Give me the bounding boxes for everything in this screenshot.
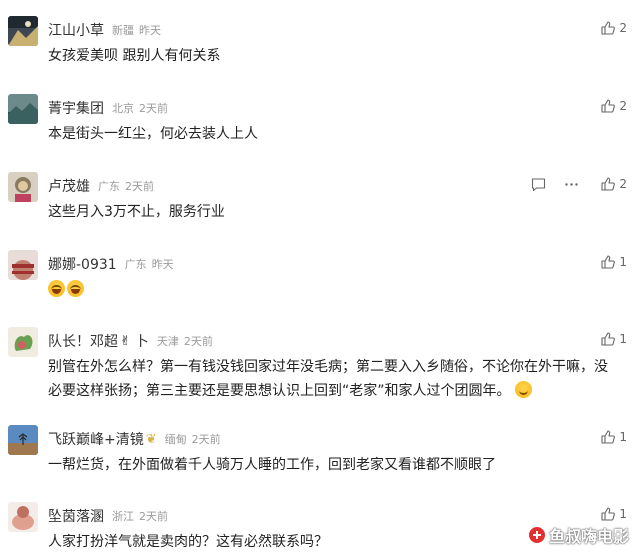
location: 浙江 (112, 510, 134, 523)
location: 广东 (98, 180, 120, 193)
avatar[interactable] (8, 425, 38, 455)
location: 天津 (156, 335, 179, 348)
comment-item: 队长！邓超 ✌ 卜 天津 2天前 别管在外怎么样？第一有钱没钱回家过年没毛病；第… (0, 327, 641, 407)
timestamp: 昨天 (139, 24, 161, 37)
comment-text: 本是街头一红尘，何必去装人上人 (48, 126, 258, 142)
thumbs-up-icon (601, 99, 616, 113)
comment-item: 江山小草 新疆 昨天 女孩爱美呗 跟别人有何关系 2 (0, 16, 641, 76)
like-button[interactable]: 1 (601, 507, 627, 521)
avatar[interactable] (8, 172, 38, 202)
leaf-emoji-icon: ❦ (145, 431, 157, 447)
thumbs-up-icon (601, 21, 616, 35)
username[interactable]: 卢茂雄 (48, 176, 90, 196)
timestamp: 昨天 (151, 258, 174, 271)
reply-button[interactable] (531, 177, 546, 192)
avatar[interactable] (8, 327, 38, 357)
comment-header: 菁宇集团 北京 2天前 (48, 98, 168, 118)
like-button[interactable]: 2 (601, 99, 627, 113)
avatar[interactable] (8, 94, 38, 124)
username[interactable]: 坠茵落溷 (48, 506, 104, 526)
avatar[interactable] (8, 502, 38, 532)
more-dots-icon (565, 183, 578, 186)
thumbs-up-icon (601, 332, 616, 346)
like-count: 2 (619, 177, 627, 191)
victory-hand-emoji-icon: ✌ (120, 333, 131, 349)
comment-header: 江山小草 新疆 昨天 (48, 20, 161, 40)
thumbs-up-icon (601, 430, 616, 444)
smile-emoji-icon (514, 380, 532, 398)
like-button[interactable]: 1 (601, 332, 627, 346)
reply-bubble-icon (531, 178, 546, 192)
like-count: 1 (619, 507, 627, 521)
comment-header: 卢茂雄 广东 2天前 (48, 176, 154, 196)
username-suffix: 卜 (134, 334, 149, 350)
thumbs-up-icon (601, 255, 616, 269)
comment-text: 女孩爱美呗 跟别人有何关系 (48, 48, 221, 64)
username[interactable]: 飞跃巅峰+清镜 (48, 429, 144, 449)
comment-header: 坠茵落溷 浙江 2天前 (48, 506, 168, 526)
timestamp: 2天前 (125, 180, 154, 193)
laughing-emoji-icon (67, 279, 84, 297)
username[interactable]: 菁宇集团 (48, 98, 104, 118)
thumbs-up-icon (601, 177, 616, 191)
more-button[interactable] (564, 177, 579, 192)
comment-actions (513, 177, 579, 192)
avatar[interactable] (8, 250, 38, 280)
laughing-emoji-icon (48, 279, 65, 297)
comment-text: 一帮烂货，在外面做着千人骑万人睡的工作，回到老家又看谁都不顺眼了 (48, 457, 496, 473)
comment-item: 娜娜-0931 广东 昨天 1 (0, 250, 641, 310)
like-count: 2 (619, 99, 627, 113)
location: 新疆 (112, 24, 134, 37)
location: 广东 (124, 258, 147, 271)
like-count: 1 (619, 430, 627, 444)
comment-item: 飞跃巅峰+清镜 ❦ 缅甸 2天前 一帮烂货，在外面做着千人骑万人睡的工作，回到老… (0, 425, 641, 485)
timestamp: 2天前 (139, 102, 168, 115)
comment-header: 队长！邓超 ✌ 卜 天津 2天前 (48, 331, 213, 351)
comment-header: 娜娜-0931 广东 昨天 (48, 254, 174, 274)
location: 缅甸 (164, 433, 187, 446)
username[interactable]: 娜娜-0931 (48, 254, 117, 274)
location: 北京 (112, 102, 134, 115)
timestamp: 2天前 (191, 433, 221, 446)
comment-text: 这些月入3万不止，服务行业 (48, 204, 225, 220)
watermark: 鱼叔嗨电影 (528, 523, 629, 547)
comment-text: 别管在外怎么样？第一有钱没钱回家过年没毛病；第二要入入乡随俗，不论你在外干嘛，没… (48, 355, 613, 403)
like-count: 1 (619, 332, 627, 346)
comment-text (48, 278, 613, 302)
logo-icon (528, 527, 545, 543)
watermark-text: 鱼叔嗨电影 (548, 527, 629, 546)
like-count: 1 (619, 255, 627, 269)
timestamp: 2天前 (183, 335, 213, 348)
timestamp: 2天前 (139, 510, 168, 523)
like-button[interactable]: 1 (601, 430, 627, 444)
like-button[interactable]: 2 (601, 21, 627, 35)
like-count: 2 (619, 21, 627, 35)
comment-item: 菁宇集团 北京 2天前 本是街头一红尘，何必去装人上人 2 (0, 94, 641, 154)
thumbs-up-icon (601, 507, 616, 521)
like-button[interactable]: 1 (601, 255, 627, 269)
like-button[interactable]: 2 (601, 177, 627, 191)
comment-header: 飞跃巅峰+清镜 ❦ 缅甸 2天前 (48, 429, 221, 449)
avatar[interactable] (8, 16, 38, 46)
username[interactable]: 江山小草 (48, 20, 104, 40)
username[interactable]: 队长！邓超 (48, 331, 118, 351)
comment-item: 卢茂雄 广东 2天前 这些月入3万不止，服务行业 2 (0, 172, 641, 232)
